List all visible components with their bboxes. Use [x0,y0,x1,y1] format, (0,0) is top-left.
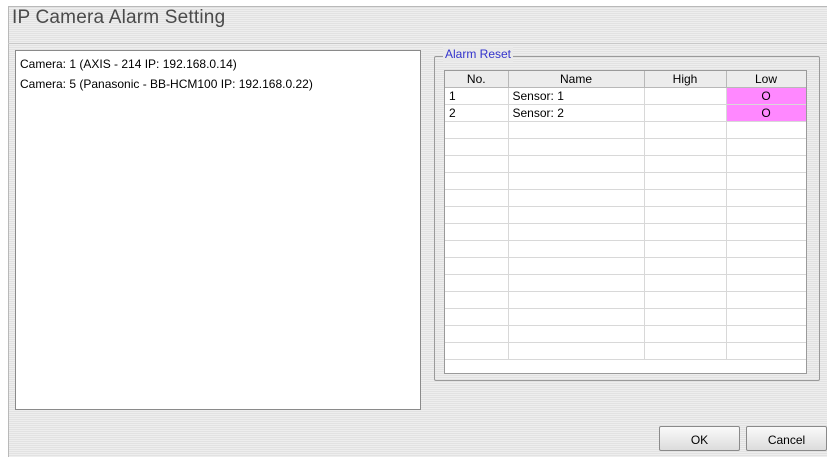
empty-cell [445,257,509,275]
empty-cell [445,308,509,326]
empty-table-row [445,155,806,173]
empty-cell [508,206,645,224]
empty-cell [508,172,645,190]
empty-cell [726,274,806,292]
empty-cell [726,291,806,309]
cell-high[interactable] [644,87,727,105]
empty-cell [726,308,806,326]
empty-cell [508,257,645,275]
empty-cell [726,189,806,207]
empty-cell [508,138,645,156]
empty-cell [644,308,727,326]
cell-high[interactable] [644,104,727,122]
column-header-high[interactable]: High [644,71,727,88]
empty-cell [726,257,806,275]
empty-cell [644,155,727,173]
empty-cell [445,325,509,343]
empty-cell [644,138,727,156]
empty-cell [644,206,727,224]
empty-table-row [445,138,806,156]
empty-table-row [445,172,806,190]
empty-cell [644,342,727,360]
empty-table-row [445,325,806,343]
empty-cell [445,342,509,360]
empty-cell [644,274,727,292]
empty-cell [445,189,509,207]
empty-table-row [445,257,806,275]
empty-cell [726,342,806,360]
camera-list-item[interactable]: Camera: 1 (AXIS - 214 IP: 192.168.0.14) [16,54,420,74]
empty-cell [445,274,509,292]
empty-cell [508,325,645,343]
empty-cell [508,308,645,326]
empty-table-row [445,121,806,139]
column-header-low[interactable]: Low [726,71,806,88]
window-title: IP Camera Alarm Setting [12,7,226,28]
empty-cell [445,223,509,241]
cell-no: 1 [445,87,509,105]
table-row[interactable]: 2 Sensor: 2 O [445,104,806,122]
column-header-no[interactable]: No. [445,71,509,88]
cell-low[interactable]: O [726,104,806,122]
alarm-reset-table: No. Name High Low 1 Sensor: 1 O 2 Sensor… [444,70,807,374]
column-header-name[interactable]: Name [508,71,645,88]
cell-name: Sensor: 2 [508,104,645,122]
empty-cell [644,223,727,241]
empty-cell [508,121,645,139]
empty-cell [644,240,727,258]
cell-no: 2 [445,104,509,122]
empty-cell [644,121,727,139]
empty-cell [445,291,509,309]
cell-name: Sensor: 1 [508,87,645,105]
empty-cell [508,274,645,292]
empty-cell [445,138,509,156]
empty-cell [726,121,806,139]
empty-cell [726,138,806,156]
cancel-button[interactable]: Cancel [746,426,827,451]
camera-list-item[interactable]: Camera: 5 (Panasonic - BB-HCM100 IP: 192… [16,74,420,94]
empty-cell [726,240,806,258]
empty-cell [726,206,806,224]
empty-cell [445,155,509,173]
empty-cell [726,325,806,343]
empty-cell [508,189,645,207]
empty-cell [445,172,509,190]
empty-table-row [445,223,806,241]
title-divider [8,43,827,44]
empty-table-row [445,240,806,258]
empty-cell [726,155,806,173]
empty-cell [508,342,645,360]
empty-cell [445,240,509,258]
table-header-row: No. Name High Low [445,71,806,88]
empty-cell [644,325,727,343]
ok-button[interactable]: OK [659,426,740,451]
empty-table-row [445,274,806,292]
camera-list[interactable]: Camera: 1 (AXIS - 214 IP: 192.168.0.14) … [15,50,421,410]
empty-table-row [445,189,806,207]
empty-cell [644,257,727,275]
empty-cell [445,206,509,224]
empty-cell [508,155,645,173]
empty-table-row [445,308,806,326]
empty-cell [508,291,645,309]
empty-cell [508,240,645,258]
empty-cell [726,223,806,241]
empty-cell [508,223,645,241]
alarm-reset-group-label: Alarm Reset [443,47,514,62]
empty-cell [445,121,509,139]
empty-cell [644,172,727,190]
empty-table-row [445,342,806,360]
cell-low[interactable]: O [726,87,806,105]
empty-cell [644,291,727,309]
table-row[interactable]: 1 Sensor: 1 O [445,87,806,105]
empty-table-row [445,291,806,309]
empty-table-row [445,206,806,224]
empty-cell [644,189,727,207]
empty-cell [726,172,806,190]
